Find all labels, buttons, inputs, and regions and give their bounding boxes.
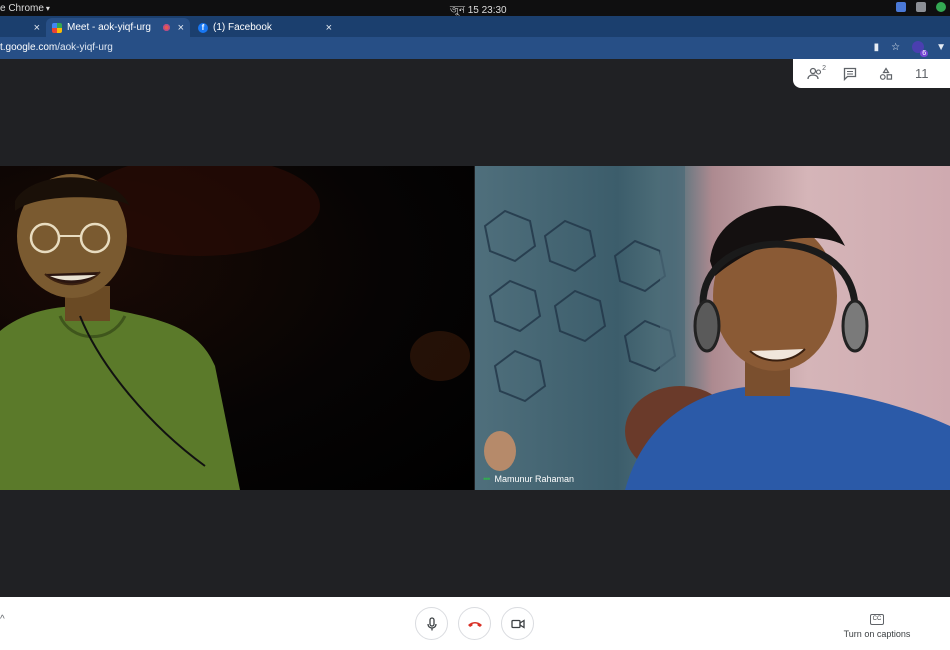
participants-button[interactable]: 2 xyxy=(807,64,826,81)
participant-video-feed xyxy=(0,166,470,490)
captions-label: Turn on captions xyxy=(843,629,911,639)
vpn-extension-icon[interactable]: ▼ xyxy=(936,42,946,53)
meet-bottom-bar: ^ CC Turn on captions xyxy=(0,597,950,650)
hang-up-icon xyxy=(467,621,482,627)
participant-name-tag: ••• Mamunur Rahaman xyxy=(483,474,574,484)
facebook-icon: f xyxy=(198,22,208,33)
activities-button[interactable] xyxy=(879,66,895,81)
recording-indicator-icon xyxy=(162,24,170,31)
tab-meet[interactable]: Meet - aok-yiqf-urg × xyxy=(46,18,190,37)
video-tile-self[interactable] xyxy=(0,166,474,490)
video-tile-mamunur[interactable]: ••• Mamunur Rahaman xyxy=(475,166,950,490)
captions-button[interactable]: CC Turn on captions xyxy=(842,612,912,639)
tab-facebook[interactable]: f (1) Facebook × xyxy=(192,18,338,37)
speaking-indicator-icon: ••• xyxy=(483,474,491,484)
chevron-up-icon[interactable]: ^ xyxy=(0,614,5,625)
app-menu[interactable]: e Chrome ▾ xyxy=(0,3,50,14)
chat-button[interactable] xyxy=(843,67,859,81)
video-camera-icon xyxy=(510,618,525,629)
address-bar-actions: ▮ ☆ 6 ▼ xyxy=(874,41,946,57)
close-icon[interactable]: × xyxy=(326,22,332,34)
camera-button[interactable] xyxy=(501,607,534,640)
url-path: /aok-yiqf-urg xyxy=(57,42,113,53)
closed-captions-icon: CC xyxy=(869,614,885,625)
url-field[interactable]: t.google.com/aok-yiqf-urg xyxy=(0,42,113,53)
chat-icon xyxy=(843,67,857,81)
shapes-icon xyxy=(879,66,893,80)
tab-label: Meet - aok-yiqf-urg xyxy=(67,22,151,33)
participant-count: 2 xyxy=(822,64,826,72)
discord-tray-icon[interactable] xyxy=(916,2,926,12)
bookmark-star-icon[interactable]: ☆ xyxy=(891,42,900,53)
participant-video-feed xyxy=(483,166,950,490)
people-icon xyxy=(807,67,822,79)
app-menu-label: e Chrome xyxy=(0,3,44,14)
microphone-button[interactable] xyxy=(415,607,448,640)
participant-name: Mamunur Rahaman xyxy=(494,474,574,484)
close-icon[interactable]: × xyxy=(34,22,40,34)
meet-top-panel: 2 11 xyxy=(793,59,950,88)
tab-label: (1) Facebook xyxy=(213,22,272,33)
status-tray-icon[interactable] xyxy=(936,2,946,12)
leave-call-button[interactable] xyxy=(458,607,491,640)
system-tray xyxy=(896,2,946,12)
address-bar: t.google.com/aok-yiqf-urg ▮ ☆ 6 ▼ xyxy=(0,37,950,59)
google-meet-icon xyxy=(52,22,62,33)
chevron-down-icon: ▾ xyxy=(45,4,50,13)
zoom-tray-icon[interactable] xyxy=(896,2,906,12)
os-top-bar: e Chrome ▾ জুন 15 23:30 xyxy=(0,0,950,16)
extension-icon[interactable]: 6 xyxy=(912,41,929,57)
camera-in-use-icon[interactable]: ▮ xyxy=(874,42,880,53)
close-icon[interactable]: × xyxy=(178,22,184,34)
url-host: t.google.com xyxy=(0,42,58,53)
panel-overflow-text: 11 xyxy=(915,66,929,81)
microphone-icon xyxy=(426,616,437,630)
tab-partial[interactable]: × xyxy=(0,18,46,37)
browser-tabstrip: × Meet - aok-yiqf-urg × f (1) Facebook ×… xyxy=(0,16,950,50)
